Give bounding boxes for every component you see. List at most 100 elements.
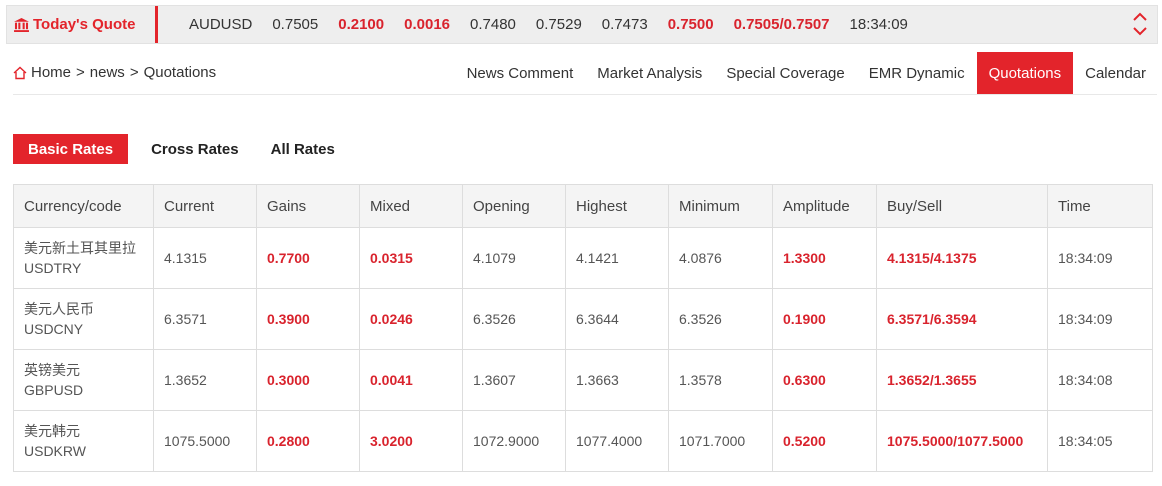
col-currency-code: Currency/code <box>13 184 154 228</box>
minimum-cell: 1071.7000 <box>668 410 773 472</box>
currency-name: 英镑美元 <box>24 362 80 378</box>
time-cell: 18:34:05 <box>1047 410 1153 472</box>
tab-basic-rates[interactable]: Basic Rates <box>13 134 129 164</box>
current-cell: 1.3652 <box>153 349 257 411</box>
nav-quotations[interactable]: Quotations <box>976 52 1074 95</box>
highest-cell: 1.3663 <box>565 349 669 411</box>
section-nav: News Comment Market Analysis Special Cov… <box>455 52 1158 95</box>
col-highest: Highest <box>565 184 669 228</box>
col-time: Time <box>1047 184 1153 228</box>
highest-cell: 4.1421 <box>565 227 669 289</box>
currency-code: USDCNY <box>24 321 84 337</box>
time-cell: 18:34:09 <box>1047 227 1153 289</box>
highest-cell: 1077.4000 <box>565 410 669 472</box>
opening-cell: 4.1079 <box>462 227 566 289</box>
ticker-title[interactable]: Today's Quote <box>7 6 159 43</box>
gains-cell: 0.7700 <box>256 227 360 289</box>
gains-cell: 0.3900 <box>256 288 360 350</box>
amplitude-cell: 0.5200 <box>772 410 877 472</box>
ticker-symbol: AUDUSD <box>189 16 253 33</box>
current-cell: 4.1315 <box>153 227 257 289</box>
ticker-minimum: 0.7473 <box>601 16 648 33</box>
rate-tabs: Basic Rates Cross Rates All Rates <box>13 134 350 164</box>
rates-table: Currency/code Current Gains Mixed Openin… <box>13 184 1153 472</box>
col-gains: Gains <box>256 184 360 228</box>
opening-cell: 1.3607 <box>462 349 566 411</box>
table-row[interactable]: 美元韩元 USDKRW 1075.5000 0.2800 3.0200 1072.… <box>13 410 1153 472</box>
amplitude-cell: 1.3300 <box>772 227 877 289</box>
col-mixed: Mixed <box>359 184 463 228</box>
currency-cell: 美元新土耳其里拉 USDTRY <box>13 227 154 289</box>
opening-cell: 6.3526 <box>462 288 566 350</box>
table-header-row: Currency/code Current Gains Mixed Openin… <box>13 184 1153 228</box>
breadcrumb: Home > news > Quotations <box>13 64 221 81</box>
buy-sell-cell: 6.3571/6.3594 <box>876 288 1048 350</box>
currency-name: 美元新土耳其里拉 <box>24 240 136 256</box>
gains-cell: 0.3000 <box>256 349 360 411</box>
ticker-opening: 0.7480 <box>470 16 516 33</box>
breadcrumb-separator: > <box>76 64 85 81</box>
col-minimum: Minimum <box>668 184 773 228</box>
nav-market-analysis[interactable]: Market Analysis <box>585 52 714 95</box>
ticker-amplitude: 0.7500 <box>667 16 714 33</box>
mixed-cell: 0.0315 <box>359 227 463 289</box>
ticker-divider <box>155 6 158 43</box>
ticker-title-label: Today's Quote <box>33 16 136 33</box>
minimum-cell: 1.3578 <box>668 349 773 411</box>
breadcrumb-news[interactable]: news <box>90 64 125 81</box>
current-cell: 6.3571 <box>153 288 257 350</box>
buy-sell-cell: 4.1315/4.1375 <box>876 227 1048 289</box>
up-down-chevron-icon[interactable] <box>1131 11 1149 37</box>
col-amplitude: Amplitude <box>772 184 877 228</box>
col-buy-sell: Buy/Sell <box>876 184 1048 228</box>
currency-code: GBPUSD <box>24 382 84 398</box>
breadcrumb-separator: > <box>129 64 139 81</box>
tab-all-rates[interactable]: All Rates <box>256 134 350 164</box>
currency-cell: 美元人民币 USDCNY <box>13 288 154 350</box>
table-row[interactable]: 美元人民币 USDCNY 6.3571 0.3900 0.0246 6.3526 … <box>13 288 1153 350</box>
ticker-gains: 0.2100 <box>338 16 385 33</box>
gains-cell: 0.2800 <box>256 410 360 472</box>
opening-cell: 1072.9000 <box>462 410 566 472</box>
ticker-highest: 0.7529 <box>535 16 582 33</box>
currency-name: 美元人民币 <box>24 301 94 317</box>
minimum-cell: 6.3526 <box>668 288 773 350</box>
nav-calendar[interactable]: Calendar <box>1073 52 1158 95</box>
currency-code: USDKRW <box>24 443 86 459</box>
table-row[interactable]: 美元新土耳其里拉 USDTRY 4.1315 0.7700 0.0315 4.10… <box>13 227 1153 289</box>
amplitude-cell: 0.1900 <box>772 288 877 350</box>
mixed-cell: 0.0246 <box>359 288 463 350</box>
nav-special-coverage[interactable]: Special Coverage <box>714 52 856 95</box>
time-cell: 18:34:08 <box>1047 349 1153 411</box>
col-current: Current <box>153 184 257 228</box>
ticker-values: AUDUSD 0.7505 0.2100 0.0016 0.7480 0.752… <box>189 6 928 43</box>
breadcrumb-home[interactable]: Home <box>31 64 71 81</box>
nav-emr-dynamic[interactable]: EMR Dynamic <box>857 52 977 95</box>
currency-name: 美元韩元 <box>24 423 80 439</box>
buy-sell-cell: 1075.5000/1077.5000 <box>876 410 1048 472</box>
currency-cell: 英镑美元 GBPUSD <box>13 349 154 411</box>
table-row[interactable]: 英镑美元 GBPUSD 1.3652 0.3000 0.0041 1.3607 1… <box>13 349 1153 411</box>
current-cell: 1075.5000 <box>153 410 257 472</box>
bank-icon <box>14 17 29 32</box>
buy-sell-cell: 1.3652/1.3655 <box>876 349 1048 411</box>
mixed-cell: 0.0041 <box>359 349 463 411</box>
tab-cross-rates[interactable]: Cross Rates <box>136 134 254 164</box>
minimum-cell: 4.0876 <box>668 227 773 289</box>
ticker-current: 0.7505 <box>272 16 319 33</box>
breadcrumb-current: Quotations <box>143 64 217 81</box>
time-cell: 18:34:09 <box>1047 288 1153 350</box>
highest-cell: 6.3644 <box>565 288 669 350</box>
ticker-time: 18:34:09 <box>849 16 908 33</box>
nav-divider <box>13 94 1157 95</box>
home-icon <box>13 66 27 79</box>
amplitude-cell: 0.6300 <box>772 349 877 411</box>
mixed-cell: 3.0200 <box>359 410 463 472</box>
nav-news-comment[interactable]: News Comment <box>455 52 586 95</box>
ticker-buysell: 0.7505/0.7507 <box>733 16 830 33</box>
currency-code: USDTRY <box>24 260 82 276</box>
ticker-mixed: 0.0016 <box>404 16 451 33</box>
quote-ticker-bar: Today's Quote AUDUSD 0.7505 0.2100 0.001… <box>6 5 1158 44</box>
currency-cell: 美元韩元 USDKRW <box>13 410 154 472</box>
col-opening: Opening <box>462 184 566 228</box>
